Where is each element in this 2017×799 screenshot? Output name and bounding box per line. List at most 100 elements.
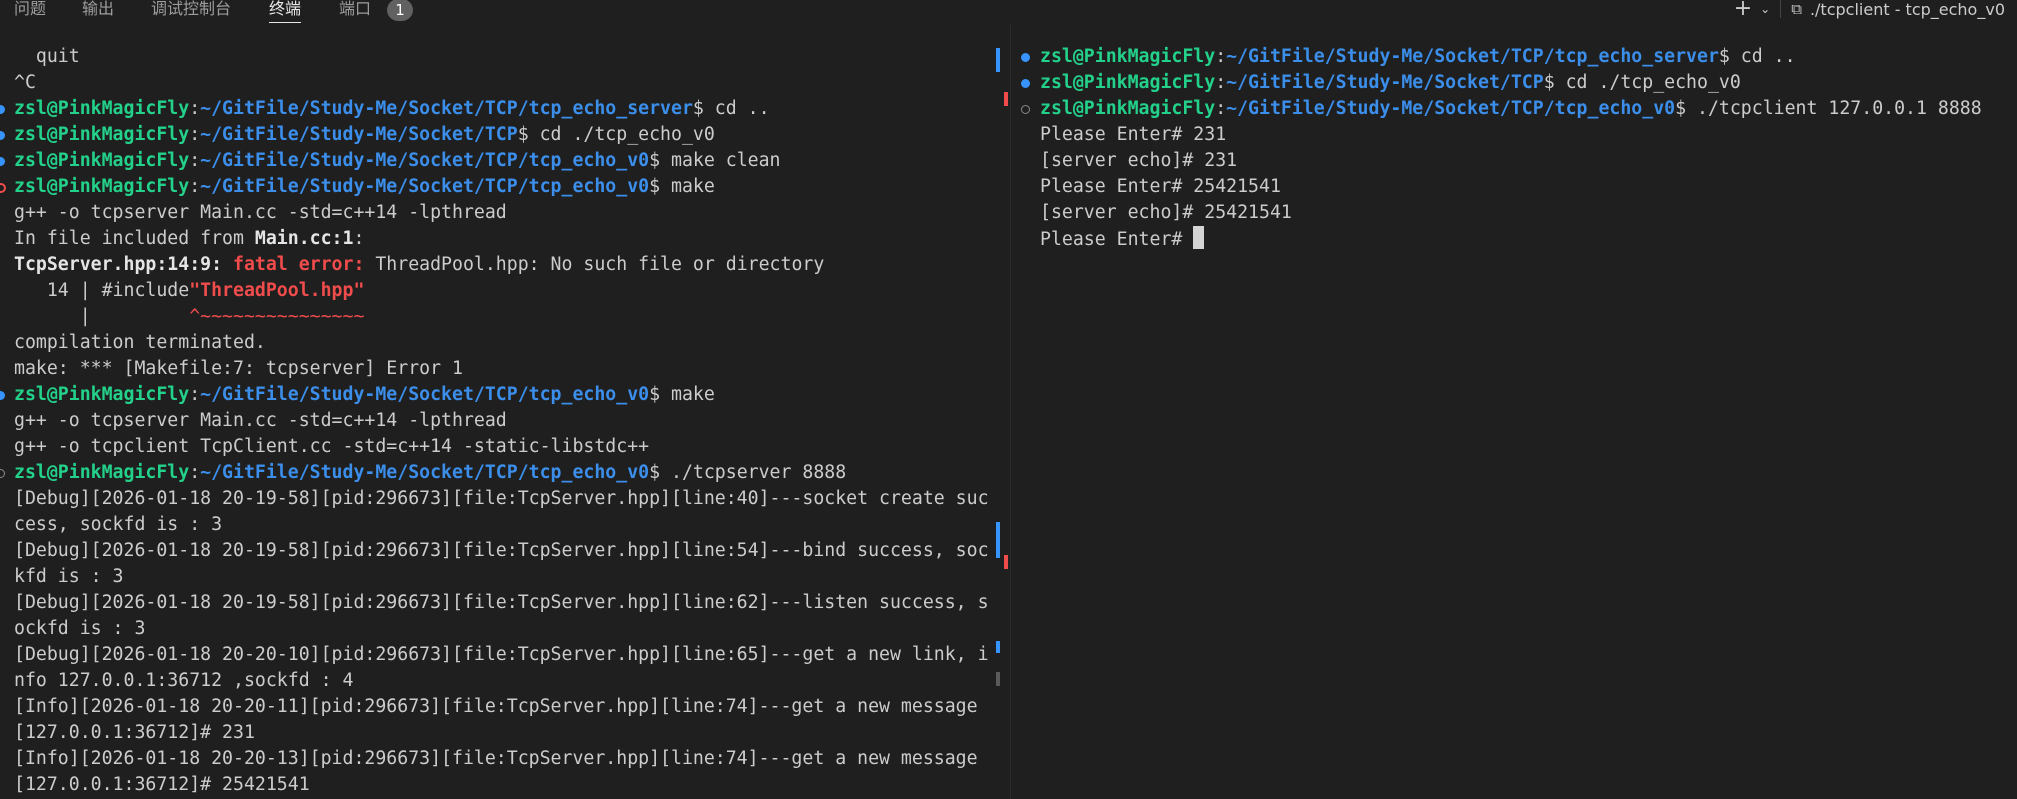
text-cursor: [1193, 226, 1205, 249]
command-text: cd ./tcp_echo_v0: [528, 124, 715, 145]
overview-ruler-marker: [996, 522, 1000, 558]
terminal-line: g++ -o tcpclient TcpClient.cc -std=c++14…: [14, 436, 650, 457]
prompt-path: ~/GitFile/Study-Me/Socket/TCP/tcp_echo_v…: [200, 384, 650, 405]
terminal-toolbar: + ⌄ ⧉ ./tcpclient - tcp_echo_v0: [1734, 0, 2005, 20]
terminal-line: [server echo]# 25421541: [1040, 202, 1292, 223]
prompt-user: zsl@PinkMagicFly: [14, 98, 190, 119]
prompt-user: zsl@PinkMagicFly: [14, 124, 190, 145]
tab-terminal[interactable]: 终端: [269, 0, 302, 23]
prompt-line: zsl@PinkMagicFly:~/GitFile/Study-Me/Sock…: [1012, 70, 2017, 96]
error-location: TcpServer.hpp:14:9:: [14, 254, 223, 275]
terminal-line: [127.0.0.1:36712]# 25421541: [14, 774, 310, 795]
overview-ruler-error-marker: [1004, 555, 1008, 569]
terminal-line: [127.0.0.1:36712]# 231: [14, 722, 255, 743]
command-running-icon[interactable]: [1021, 105, 1030, 114]
source-snippet: 14 | #include: [14, 280, 190, 301]
split-divider[interactable]: [1010, 24, 1011, 799]
tab-ports[interactable]: 端口: [339, 0, 371, 20]
prompt-line: zsl@PinkMagicFly:~/GitFile/Study-Me/Sock…: [0, 174, 1000, 200]
terminal-line: g++ -o tcpserver Main.cc -std=c++14 -lpt…: [14, 410, 507, 431]
error-caret: ^~~~~~~~~~~~~~~~: [189, 306, 365, 327]
source-highlight: "ThreadPool.hpp": [189, 280, 365, 301]
plus-icon[interactable]: +: [1734, 0, 1752, 20]
prompt-user: zsl@PinkMagicFly: [14, 176, 190, 197]
output-text: :: [353, 228, 365, 249]
command-success-icon[interactable]: [1021, 79, 1030, 88]
chevron-down-icon[interactable]: ⌄: [1760, 2, 1770, 16]
terminal-pane-server[interactable]: quit ^C zsl@PinkMagicFly:~/GitFile/Study…: [0, 44, 1000, 799]
prompt-path: ~/GitFile/Study-Me/Socket/TCP: [1226, 72, 1544, 93]
prompt-user: zsl@PinkMagicFly: [14, 150, 190, 171]
command-running-icon[interactable]: [0, 469, 5, 478]
overview-ruler-error-marker: [1004, 92, 1008, 106]
terminal-shell-icon: ⧉: [1791, 0, 1802, 18]
prompt-path: ~/GitFile/Study-Me/Socket/TCP/tcp_echo_s…: [1226, 46, 1719, 67]
error-label: fatal error:: [233, 254, 365, 275]
prompt-line: zsl@PinkMagicFly:~/GitFile/Study-Me/Sock…: [0, 96, 1000, 122]
prompt-user: zsl@PinkMagicFly: [1040, 72, 1216, 93]
command-text: cd ..: [1729, 46, 1796, 67]
output-text-bold: Main.cc:1: [254, 228, 354, 249]
prompt-path: ~/GitFile/Study-Me/Socket/TCP/tcp_echo_s…: [200, 98, 693, 119]
active-terminal-name[interactable]: ./tcpclient - tcp_echo_v0: [1810, 0, 2005, 19]
output-text: In file included from: [14, 228, 255, 249]
prompt-path: ~/GitFile/Study-Me/Socket/TCP/tcp_echo_v…: [1226, 98, 1676, 119]
command-error-icon[interactable]: [0, 183, 6, 193]
prompt-user: zsl@PinkMagicFly: [14, 384, 190, 405]
command-text: make: [660, 384, 715, 405]
command-success-icon[interactable]: [0, 105, 5, 114]
overview-ruler-marker: [996, 641, 1000, 653]
command-success-icon[interactable]: [0, 157, 5, 166]
terminal-line: cess, sockfd is : 3: [14, 514, 223, 535]
input-line[interactable]: Please Enter#: [1012, 226, 2017, 252]
terminal-line: nfo 127.0.0.1:36712 ,sockfd : 4: [14, 670, 354, 691]
prompt-line: zsl@PinkMagicFly:~/GitFile/Study-Me/Sock…: [0, 382, 1000, 408]
terminal-line: ^C: [14, 72, 36, 93]
terminal-line: [Info][2026-01-18 20-20-11][pid:296673][…: [14, 696, 978, 717]
tab-problems[interactable]: 问题: [14, 0, 46, 20]
error-message: ThreadPool.hpp: No such file or director…: [364, 254, 825, 275]
terminal-line: Please Enter# 231: [1040, 124, 1227, 145]
terminal-line: [Debug][2026-01-18 20-19-58][pid:296673]…: [14, 592, 989, 613]
terminal-line: [Debug][2026-01-18 20-19-58][pid:296673]…: [14, 488, 989, 509]
terminal-line: kfd is : 3: [14, 566, 124, 587]
tab-debug-console[interactable]: 调试控制台: [151, 0, 231, 20]
terminal-line: compilation terminated.: [14, 332, 266, 353]
prompt-user: zsl@PinkMagicFly: [14, 462, 190, 483]
command-success-icon[interactable]: [0, 391, 5, 400]
input-prompt: Please Enter#: [1040, 229, 1194, 250]
terminal-line: g++ -o tcpserver Main.cc -std=c++14 -lpt…: [14, 202, 507, 223]
error-line: TcpServer.hpp:14:9: fatal error: ThreadP…: [0, 252, 1000, 278]
terminal-line: [Debug][2026-01-18 20-19-58][pid:296673]…: [14, 540, 989, 561]
prompt-line: zsl@PinkMagicFly:~/GitFile/Study-Me/Sock…: [1012, 44, 2017, 70]
prompt-line: zsl@PinkMagicFly:~/GitFile/Study-Me/Sock…: [0, 460, 1000, 486]
toolbar-divider: [1780, 0, 1782, 18]
scrollbar-thumb[interactable]: [996, 672, 1000, 686]
command-success-icon[interactable]: [0, 131, 5, 140]
prompt-user: zsl@PinkMagicFly: [1040, 98, 1216, 119]
command-success-icon[interactable]: [1021, 53, 1030, 62]
panel-tab-bar: 问题 输出 调试控制台 终端 端口 1 + ⌄ ⧉ ./tcpclient - …: [0, 0, 2017, 24]
terminal-line: quit: [14, 46, 80, 67]
terminal-line: [Debug][2026-01-18 20-20-10][pid:296673]…: [14, 644, 989, 665]
ports-count-badge: 1: [387, 0, 413, 21]
tab-output[interactable]: 输出: [82, 0, 114, 20]
terminal-line: In file included from Main.cc:1:: [0, 226, 1000, 252]
prompt-path: ~/GitFile/Study-Me/Socket/TCP/tcp_echo_v…: [200, 150, 650, 171]
command-text: ./tcpserver 8888: [660, 462, 847, 483]
overview-ruler-marker: [996, 48, 1000, 72]
prompt-line: zsl@PinkMagicFly:~/GitFile/Study-Me/Sock…: [1012, 96, 2017, 122]
prompt-path: ~/GitFile/Study-Me/Socket/TCP/tcp_echo_v…: [200, 462, 650, 483]
terminal-line: | ^~~~~~~~~~~~~~~~: [0, 304, 1000, 330]
terminal-line: ockfd is : 3: [14, 618, 146, 639]
prompt-path: ~/GitFile/Study-Me/Socket/TCP/tcp_echo_v…: [200, 176, 650, 197]
terminal-line: Please Enter# 25421541: [1040, 176, 1281, 197]
prompt-line: zsl@PinkMagicFly:~/GitFile/Study-Me/Sock…: [0, 122, 1000, 148]
command-text: ./tcpclient 127.0.0.1 8888: [1686, 98, 1982, 119]
command-text: make clean: [660, 150, 781, 171]
prompt-path: ~/GitFile/Study-Me/Socket/TCP: [200, 124, 518, 145]
terminal-line: 14 | #include"ThreadPool.hpp": [0, 278, 1000, 304]
terminal-pane-client[interactable]: zsl@PinkMagicFly:~/GitFile/Study-Me/Sock…: [1012, 44, 2017, 799]
command-text: make: [660, 176, 715, 197]
prompt-user: zsl@PinkMagicFly: [1040, 46, 1216, 67]
